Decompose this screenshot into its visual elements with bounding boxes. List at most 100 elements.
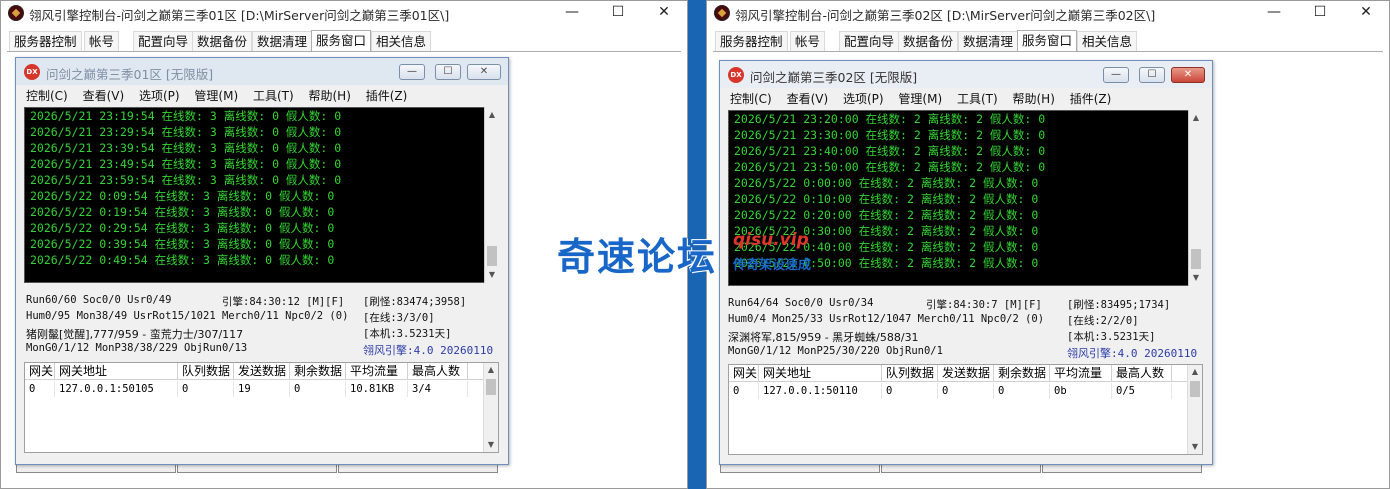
menu-control[interactable]: 控制(C): [730, 92, 772, 106]
minimize-button[interactable]: —: [549, 1, 595, 25]
col-gate-address[interactable]: 网关地址: [759, 365, 882, 382]
col-queue[interactable]: 队列数据: [882, 365, 938, 382]
inner-minimize-button[interactable]: —: [1103, 67, 1129, 83]
stat-local: [本机:3.5231天]: [1067, 331, 1156, 343]
menu-plugins[interactable]: 插件(Z): [366, 89, 408, 103]
log-line: 2026/5/22 0:50:00 在线数: 2 离线数: 2 假人数: 0: [734, 256, 1039, 270]
menu-tools[interactable]: 工具(T): [957, 92, 998, 106]
tab-related-info[interactable]: 相关信息: [1077, 31, 1138, 51]
log-scrollbar[interactable]: ▲ ▼: [484, 107, 499, 283]
log-scrollbar[interactable]: ▲ ▼: [1188, 110, 1203, 286]
inner-close-button[interactable]: ✕: [467, 64, 501, 80]
tab-config-wizard[interactable]: 配置向导: [133, 31, 194, 51]
cell-avg-traffic: 10.81KB: [346, 381, 408, 397]
scroll-down-arrow-icon[interactable]: ▼: [485, 268, 499, 282]
cell-address: 127.0.0.1:50105: [55, 381, 178, 397]
tab-data-backup[interactable]: 数据备份: [192, 31, 253, 51]
menu-plugins[interactable]: 插件(Z): [1070, 92, 1112, 106]
menu-manage[interactable]: 管理(M): [898, 92, 942, 106]
col-avg-traffic[interactable]: 平均流量: [346, 363, 408, 380]
app-logo-icon: [8, 5, 24, 21]
gateway-table[interactable]: 网关 网关地址 队列数据 发送数据 剩余数据 平均流量 最高人数 0 127.0…: [24, 362, 499, 453]
tab-data-cleanup[interactable]: 数据清理: [252, 31, 313, 51]
scroll-down-arrow-icon[interactable]: ▼: [484, 438, 498, 452]
log-line: 2026/5/21 23:19:54 在线数: 3 离线数: 0 假人数: 0: [30, 109, 342, 123]
log-line: 2026/5/21 23:59:54 在线数: 3 离线数: 0 假人数: 0: [30, 173, 342, 187]
scroll-thumb[interactable]: [486, 379, 496, 395]
log-line: 2026/5/22 0:39:54 在线数: 3 离线数: 0 假人数: 0: [30, 237, 335, 251]
col-gate[interactable]: 网关: [729, 365, 759, 382]
maximize-button[interactable]: ☐: [595, 1, 641, 25]
window-title: 翎风引擎控制台-问剑之巅第三季02区 [D:\MirServer问剑之巅第三季0…: [735, 8, 1156, 23]
tab-related-info[interactable]: 相关信息: [371, 31, 432, 51]
col-remaining[interactable]: 剩余数据: [994, 365, 1050, 382]
col-max-users[interactable]: 最高人数: [1112, 365, 1172, 382]
left-server-window: DX 问剑之巅第三季01区 [无限版] — ☐ ✕ 控制(C) 查看(V) 选项…: [15, 57, 509, 465]
cell-address: 127.0.0.1:50110: [759, 383, 882, 399]
menu-options[interactable]: 选项(P): [843, 92, 884, 106]
col-sent[interactable]: 发送数据: [938, 365, 994, 382]
table-header: 网关 网关地址 队列数据 发送数据 剩余数据 平均流量 最高人数: [25, 363, 485, 380]
col-max-users[interactable]: 最高人数: [408, 363, 468, 380]
inner-maximize-button[interactable]: ☐: [1139, 67, 1165, 83]
stat-run: Run64/64 Soc0/0 Usr0/34: [728, 297, 874, 309]
col-remaining[interactable]: 剩余数据: [290, 363, 346, 380]
log-console[interactable]: 2026/5/21 23:20:00 在线数: 2 离线数: 2 假人数: 0 …: [728, 110, 1202, 286]
menu-control[interactable]: 控制(C): [26, 89, 68, 103]
stat-engine: 引擎:84:30:12 [M][F]: [222, 296, 345, 308]
col-avg-traffic[interactable]: 平均流量: [1050, 365, 1112, 382]
scroll-up-arrow-icon[interactable]: ▲: [1189, 111, 1203, 125]
inner-close-button[interactable]: ✕: [1171, 67, 1205, 83]
minimize-button[interactable]: —: [1251, 1, 1297, 25]
table-scrollbar[interactable]: ▲ ▼: [1187, 365, 1202, 454]
app-logo-icon: [714, 5, 730, 21]
engine-version: 翎风引擎:4.0 20260110: [1067, 347, 1198, 360]
log-line: 2026/5/21 23:49:54 在线数: 3 离线数: 0 假人数: 0: [30, 157, 342, 171]
menu-view[interactable]: 查看(V): [787, 92, 829, 106]
cell-remaining: 0: [994, 383, 1050, 399]
scroll-down-arrow-icon[interactable]: ▼: [1189, 271, 1203, 285]
stat-mong: MonG0/1/12 MonP25/30/220 ObjRun0/1: [728, 345, 943, 357]
menu-help[interactable]: 帮助(H): [1013, 92, 1055, 106]
scroll-thumb[interactable]: [487, 246, 497, 266]
inner-maximize-button[interactable]: ☐: [435, 64, 461, 80]
tab-service-window[interactable]: 服务窗口: [1017, 30, 1078, 51]
maximize-button[interactable]: ☐: [1297, 1, 1343, 25]
log-line: 2026/5/22 0:10:00 在线数: 2 离线数: 2 假人数: 0: [734, 192, 1039, 206]
tab-data-cleanup[interactable]: 数据清理: [958, 31, 1019, 51]
col-sent[interactable]: 发送数据: [234, 363, 290, 380]
log-line: 2026/5/22 0:20:00 在线数: 2 离线数: 2 假人数: 0: [734, 208, 1039, 222]
inner-minimize-button[interactable]: —: [399, 64, 425, 80]
tab-accounts[interactable]: 帐号: [790, 31, 826, 51]
tab-service-window[interactable]: 服务窗口: [311, 30, 372, 51]
scroll-thumb[interactable]: [1190, 381, 1200, 397]
stat-local: [本机:3.5231天]: [363, 328, 452, 340]
tab-server-control[interactable]: 服务器控制: [9, 31, 82, 51]
table-scrollbar[interactable]: ▲ ▼: [483, 363, 498, 452]
tab-server-control[interactable]: 服务器控制: [715, 31, 788, 51]
gateway-table[interactable]: 网关 网关地址 队列数据 发送数据 剩余数据 平均流量 最高人数 0 127.0…: [728, 364, 1203, 455]
tab-config-wizard[interactable]: 配置向导: [839, 31, 900, 51]
table-row[interactable]: 0 127.0.0.1:50105 0 19 0 10.81KB 3/4: [25, 381, 485, 397]
menu-view[interactable]: 查看(V): [83, 89, 125, 103]
scroll-up-arrow-icon[interactable]: ▲: [485, 108, 499, 122]
col-gate-address[interactable]: 网关地址: [55, 363, 178, 380]
menu-help[interactable]: 帮助(H): [309, 89, 351, 103]
tab-data-backup[interactable]: 数据备份: [898, 31, 959, 51]
scroll-down-arrow-icon[interactable]: ▼: [1188, 440, 1202, 454]
log-console[interactable]: 2026/5/21 23:19:54 在线数: 3 离线数: 0 假人数: 0 …: [24, 107, 498, 283]
col-queue[interactable]: 队列数据: [178, 363, 234, 380]
tab-accounts[interactable]: 帐号: [84, 31, 120, 51]
scroll-thumb[interactable]: [1191, 249, 1201, 269]
scroll-up-arrow-icon[interactable]: ▲: [1188, 365, 1202, 379]
table-row[interactable]: 0 127.0.0.1:50110 0 0 0 0b 0/5: [729, 383, 1189, 399]
col-gate[interactable]: 网关: [25, 363, 55, 380]
log-line: 2026/5/21 23:20:00 在线数: 2 离线数: 2 假人数: 0: [734, 112, 1046, 126]
menu-manage[interactable]: 管理(M): [194, 89, 238, 103]
close-button[interactable]: ✕: [1343, 1, 1389, 25]
menu-tools[interactable]: 工具(T): [253, 89, 294, 103]
close-button[interactable]: ✕: [641, 1, 687, 25]
stat-boss: 猪刚鬣[觉醒],777/959 - 蛮荒力士/307/117: [26, 328, 244, 341]
scroll-up-arrow-icon[interactable]: ▲: [484, 363, 498, 377]
menu-options[interactable]: 选项(P): [139, 89, 180, 103]
